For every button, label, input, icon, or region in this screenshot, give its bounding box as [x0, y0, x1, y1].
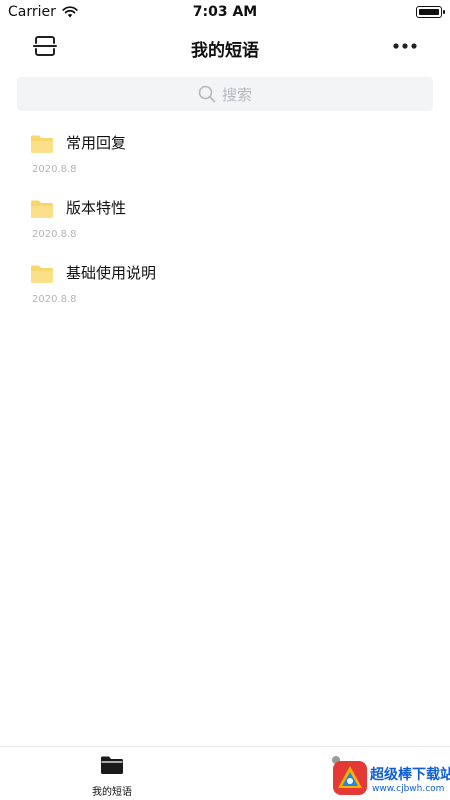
page-title: 我的短语 — [191, 41, 259, 61]
folder-filled-icon — [101, 756, 123, 774]
phrase-date: 2020.8.8 — [32, 164, 77, 175]
list-item[interactable]: 基础使用说明 2020.8.8 — [0, 254, 450, 319]
phrase-title: 版本特性 — [66, 199, 127, 217]
phrases-screen: Carrier 7:03 AM 我的短语 搜索 常用回复 2020.8.8 版本… — [0, 0, 450, 800]
phrase-date: 2020.8.8 — [32, 294, 77, 305]
status-bar: Carrier 7:03 AM — [0, 0, 450, 24]
phrase-title: 常用回复 — [66, 134, 127, 152]
more-icon — [393, 43, 417, 49]
folder-icon — [31, 265, 53, 283]
folder-icon — [31, 200, 53, 218]
profile-icon — [332, 756, 340, 764]
tab-profile[interactable] — [328, 755, 348, 799]
phrase-date: 2020.8.8 — [32, 229, 77, 240]
list-item[interactable]: 版本特性 2020.8.8 — [0, 189, 450, 254]
status-time: 7:03 AM — [192, 4, 258, 20]
list-item[interactable]: 常用回复 2020.8.8 — [0, 124, 450, 189]
more-button[interactable] — [388, 34, 422, 58]
search-icon — [198, 85, 216, 103]
tab-my-phrases[interactable]: 我的短语 — [75, 755, 149, 799]
tab-label: 我的短语 — [92, 787, 132, 798]
folder-icon — [31, 135, 53, 153]
search-placeholder: 搜索 — [221, 85, 252, 104]
phrase-title: 基础使用说明 — [66, 264, 157, 282]
navigation-bar: 我的短语 — [0, 26, 450, 66]
tab-bar: 我的短语 — [0, 746, 450, 800]
phrase-list: 常用回复 2020.8.8 版本特性 2020.8.8 基础使用说明 2020.… — [0, 124, 450, 319]
battery-level-fill — [418, 8, 439, 15]
search-input[interactable]: 搜索 — [17, 77, 433, 111]
battery-icon — [416, 6, 445, 18]
